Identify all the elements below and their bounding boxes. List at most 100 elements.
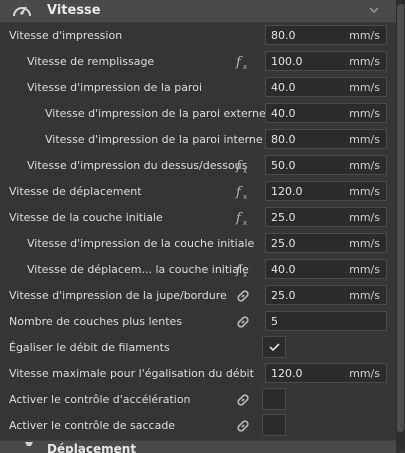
scrollbar[interactable] <box>396 0 405 449</box>
setting-row: Vitesse d'impression du dessus/dessous f x… <box>0 153 396 179</box>
setting-value: 25.0 <box>271 289 296 302</box>
setting-unit: mm/s <box>349 81 380 94</box>
setting-value: 5 <box>271 315 278 328</box>
chevron-down-icon[interactable] <box>368 5 380 15</box>
setting-value: 40.0 <box>271 263 296 276</box>
setting-unit: mm/s <box>349 29 380 42</box>
setting-unit: mm/s <box>349 159 380 172</box>
setting-value: 80.0 <box>271 29 296 42</box>
setting-value-input[interactable]: 25.0 mm/s <box>265 233 387 253</box>
setting-row: Vitesse d'impression de la jupe/bordure 2… <box>0 283 396 309</box>
travel-icon <box>25 442 33 446</box>
setting-row: Vitesse de remplissage f x 100.0 mm/s <box>0 49 396 75</box>
setting-value-input[interactable]: 120.0 mm/s <box>265 181 387 201</box>
svg-text:f: f <box>235 263 243 278</box>
setting-value: 40.0 <box>271 107 296 120</box>
svg-text:f: f <box>235 185 243 200</box>
scrollbar-thumb[interactable] <box>397 4 404 432</box>
setting-row: Activer le contrôle de saccade <box>0 413 396 439</box>
setting-unit: mm/s <box>349 289 380 302</box>
link-icon[interactable] <box>234 391 252 409</box>
speedometer-icon <box>13 6 31 17</box>
svg-text:x: x <box>243 271 247 279</box>
setting-unit: mm/s <box>349 185 380 198</box>
setting-unit: mm/s <box>349 211 380 224</box>
setting-unit: mm/s <box>349 107 380 120</box>
svg-text:f: f <box>235 159 243 174</box>
setting-row: Nombre de couches plus lentes 5 <box>0 309 396 335</box>
svg-text:x: x <box>243 167 247 175</box>
setting-unit: mm/s <box>349 133 380 146</box>
function-icon[interactable]: fx <box>234 261 252 279</box>
setting-label: Vitesse d'impression <box>9 29 123 42</box>
setting-value: 40.0 <box>271 81 296 94</box>
setting-row: Égaliser le débit de filaments <box>0 335 396 361</box>
setting-label: Vitesse maximale pour l'égalisation du d… <box>9 367 254 380</box>
setting-value: 100.0 <box>271 55 303 68</box>
link-icon[interactable] <box>234 313 252 331</box>
setting-label: Vitesse de remplissage <box>27 55 155 68</box>
setting-label: Activer le contrôle d'accélération <box>9 393 191 406</box>
link-icon[interactable] <box>234 417 252 435</box>
setting-row: Vitesse d'impression de la paroi externe… <box>0 101 396 127</box>
setting-value-input[interactable]: 25.0 mm/s <box>265 207 387 227</box>
setting-row: Vitesse d'impression de la couche initia… <box>0 231 396 257</box>
setting-row: Vitesse de déplacem... la couche initial… <box>0 257 396 283</box>
section-header-deplacement[interactable]: Déplacement <box>0 440 396 453</box>
setting-value: 25.0 <box>271 211 296 224</box>
setting-row: Vitesse de la couche initiale f x 25.0 mm/s <box>0 205 396 231</box>
setting-value-input[interactable]: 40.0 mm/s <box>265 77 387 97</box>
setting-value-input[interactable]: 100.0 mm/s <box>265 51 387 71</box>
setting-value: 120.0 <box>271 367 303 380</box>
section-title: Vitesse <box>47 3 101 18</box>
section-header-vitesse[interactable]: Vitesse <box>0 0 396 23</box>
function-icon[interactable]: fx <box>234 209 252 227</box>
setting-checkbox[interactable] <box>262 414 286 436</box>
setting-checkbox[interactable] <box>262 388 286 410</box>
setting-value-input[interactable]: 25.0 mm/s <box>265 285 387 305</box>
setting-label: Vitesse de déplacement <box>9 185 142 198</box>
setting-row: Vitesse d'impression de la paroi 40.0 mm/s <box>0 75 396 101</box>
setting-label: Activer le contrôle de saccade <box>9 419 176 432</box>
svg-text:x: x <box>243 193 247 201</box>
function-icon[interactable]: fx <box>234 157 252 175</box>
setting-value: 50.0 <box>271 159 296 172</box>
setting-value-input[interactable]: 50.0 mm/s <box>265 155 387 175</box>
setting-unit: mm/s <box>349 237 380 250</box>
setting-value-input[interactable]: 80.0 mm/s <box>265 129 387 149</box>
setting-label: Vitesse d'impression de la jupe/bordure <box>9 289 227 302</box>
svg-text:x: x <box>243 219 247 227</box>
setting-value-input[interactable]: 80.0 mm/s <box>265 25 387 45</box>
link-icon[interactable] <box>234 287 252 305</box>
setting-value: 25.0 <box>271 237 296 250</box>
function-icon[interactable]: fx <box>234 183 252 201</box>
setting-value-input[interactable]: 120.0 mm/s <box>265 363 387 383</box>
setting-value-input[interactable]: 40.0 mm/s <box>265 259 387 279</box>
setting-unit: mm/s <box>349 367 380 380</box>
function-icon[interactable]: fx <box>234 53 252 71</box>
setting-row: Vitesse maximale pour l'égalisation du d… <box>0 361 396 387</box>
svg-text:f: f <box>235 211 243 226</box>
setting-value-input[interactable]: 40.0 mm/s <box>265 103 387 123</box>
setting-unit: mm/s <box>349 55 380 68</box>
setting-value: 120.0 <box>271 185 303 198</box>
setting-label: Vitesse d'impression de la paroi externe <box>45 107 266 120</box>
setting-label: Vitesse d'impression de la paroi interne <box>45 133 263 146</box>
svg-text:f: f <box>235 55 243 70</box>
svg-text:x: x <box>243 63 247 71</box>
setting-row: Vitesse d'impression 80.0 mm/s <box>0 23 396 49</box>
setting-label: Vitesse d'impression de la paroi <box>27 81 203 94</box>
setting-unit: mm/s <box>349 263 380 276</box>
setting-label: Nombre de couches plus lentes <box>9 315 183 328</box>
setting-value: 80.0 <box>271 133 296 146</box>
setting-value-input[interactable]: 5 <box>265 311 387 331</box>
setting-label: Vitesse d'impression de la couche initia… <box>27 237 255 250</box>
setting-checkbox[interactable] <box>262 336 286 358</box>
setting-label: Vitesse de la couche initiale <box>9 211 163 224</box>
setting-label: Vitesse de déplacem... la couche initial… <box>27 263 249 276</box>
setting-row: Vitesse d'impression de la paroi interne… <box>0 127 396 153</box>
setting-row: Vitesse de déplacement f x 120.0 mm/s <box>0 179 396 205</box>
setting-label: Vitesse d'impression du dessus/dessous <box>27 159 248 172</box>
setting-row: Activer le contrôle d'accélération <box>0 387 396 413</box>
setting-label: Égaliser le débit de filaments <box>9 341 170 354</box>
